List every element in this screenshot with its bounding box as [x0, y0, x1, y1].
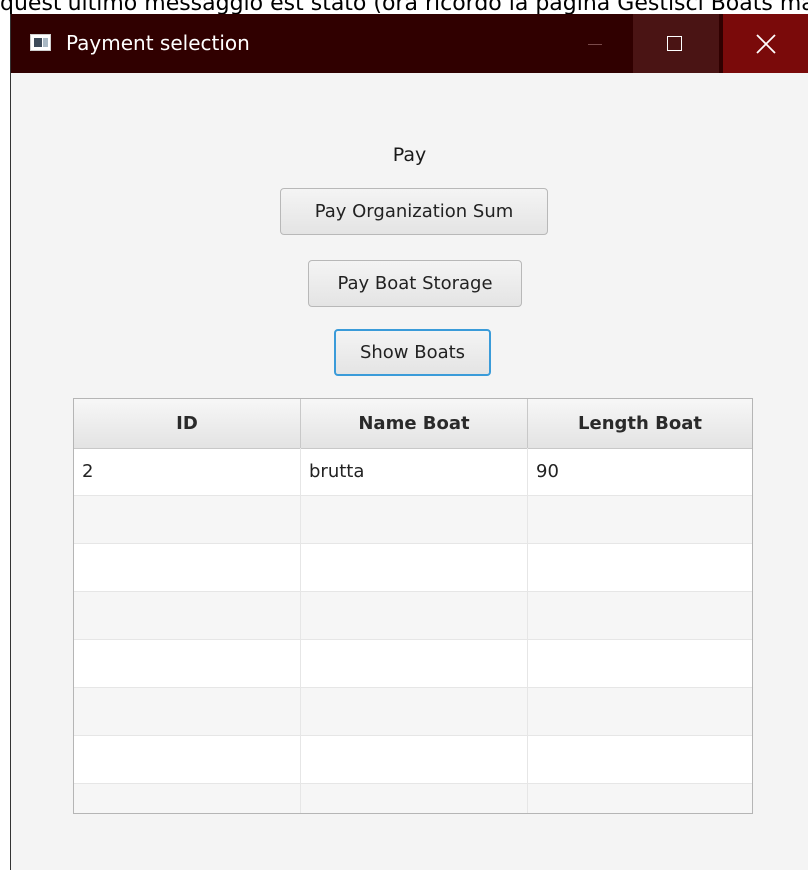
window-title: Payment selection	[66, 31, 250, 55]
background-text-strip: quest'ultimo messaggio est stato (ora ri…	[0, 0, 808, 14]
cell-name-boat	[301, 784, 528, 813]
table-row[interactable]	[74, 592, 752, 640]
cell-id	[74, 592, 301, 639]
cell-id	[74, 736, 301, 783]
app-window-icon	[30, 34, 51, 51]
cell-name-boat	[301, 688, 528, 735]
cell-length-boat: 90	[536, 461, 559, 482]
table-row[interactable]	[74, 640, 752, 688]
show-boats-button[interactable]: Show Boats	[334, 329, 491, 376]
cell-length-boat	[528, 736, 752, 783]
cell-length-boat	[528, 496, 752, 543]
table-row[interactable]	[74, 688, 752, 736]
cell-name-boat: brutta	[301, 448, 528, 495]
cell-id	[74, 496, 301, 543]
cell-id	[74, 784, 301, 813]
maximize-button[interactable]	[633, 14, 719, 73]
cell-length-boat	[528, 592, 752, 639]
table-row[interactable]	[74, 544, 752, 592]
boats-table[interactable]: ID Name Boat Length Boat 2 brutta 90	[73, 398, 753, 814]
pay-organization-sum-button[interactable]: Pay Organization Sum	[280, 188, 548, 235]
payment-selection-window: Payment selection Pay Pay Organization S…	[10, 14, 808, 870]
close-button[interactable]	[723, 14, 808, 73]
background-text: quest'ultimo messaggio est stato (ora ri…	[0, 0, 808, 14]
table-header: ID Name Boat Length Boat	[74, 399, 752, 449]
table-row[interactable]	[74, 496, 752, 544]
minimize-button[interactable]	[551, 14, 637, 73]
pay-label: Pay	[392, 144, 427, 166]
maximize-icon	[667, 36, 682, 51]
column-header-length-boat[interactable]: Length Boat	[528, 399, 752, 448]
cell-id	[74, 640, 301, 687]
title-bar[interactable]: Payment selection	[11, 14, 808, 73]
column-header-name-boat[interactable]: Name Boat	[301, 399, 528, 448]
close-icon	[756, 34, 776, 54]
cell-name-boat	[301, 544, 528, 591]
cell-name-boat	[301, 496, 528, 543]
cell-length-boat	[528, 688, 752, 735]
column-header-id[interactable]: ID	[74, 399, 301, 448]
cell-id: 2	[74, 448, 301, 495]
pay-boat-storage-button[interactable]: Pay Boat Storage	[308, 260, 522, 307]
table-row[interactable]	[74, 784, 752, 813]
cell-name-boat	[301, 640, 528, 687]
minimize-icon	[588, 44, 602, 45]
table-row[interactable]	[74, 736, 752, 784]
cell-name-boat	[301, 736, 528, 783]
cell-length-boat	[528, 544, 752, 591]
cell-id	[74, 688, 301, 735]
cell-name-boat	[301, 592, 528, 639]
cell-length-boat	[528, 784, 752, 813]
table-row[interactable]: 2 brutta 90	[74, 448, 752, 496]
cell-id	[74, 544, 301, 591]
cell-length-boat	[528, 640, 752, 687]
